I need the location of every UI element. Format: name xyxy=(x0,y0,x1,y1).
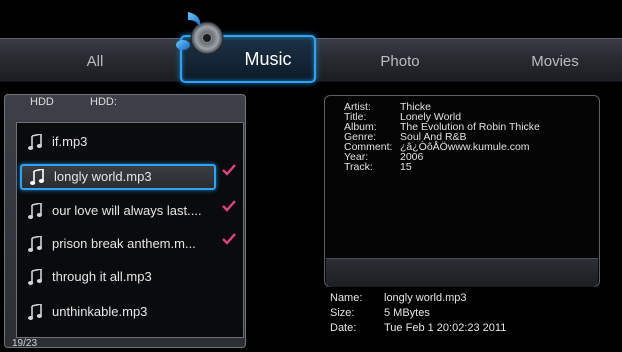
list-item[interactable]: unthinkable.mp3 xyxy=(18,300,214,324)
music-note-icon xyxy=(30,169,44,185)
music-note-icon xyxy=(28,236,42,252)
list-item[interactable]: through it all.mp3 xyxy=(18,265,214,289)
file-name: through it all.mp3 xyxy=(52,269,152,284)
music-note-icon xyxy=(28,203,42,219)
name-value: longly world.mp3 xyxy=(384,292,467,304)
music-note-icon xyxy=(28,134,42,150)
name-label: Name: xyxy=(330,292,363,304)
info-panel-footer xyxy=(326,258,598,287)
music-note-disc-icon xyxy=(176,12,224,55)
music-note-icon xyxy=(28,304,42,320)
file-name: our love will always last.... xyxy=(52,203,202,218)
category-tab-bar: All Music Photo Movies xyxy=(0,35,622,83)
file-name: prison break anthem.m... xyxy=(52,236,196,251)
storage-path: HDD HDD: xyxy=(4,96,246,110)
item-counter: 19/23 xyxy=(12,338,38,349)
list-item-selected[interactable]: longly world.mp3 xyxy=(20,164,216,190)
list-item[interactable]: prison break anthem.m... xyxy=(18,232,214,256)
date-value: Tue Feb 1 20:02:23 2011 xyxy=(384,322,507,334)
file-name: if.mp3 xyxy=(52,134,88,149)
checkmark-icon xyxy=(222,164,236,176)
storage-path-label: HDD: xyxy=(90,96,117,108)
media-player-screen: All Music Photo Movies HDD HDD: if.mp3 l… xyxy=(0,0,622,352)
tab-all[interactable]: All xyxy=(60,39,130,83)
file-name: longly world.mp3 xyxy=(54,169,152,184)
tab-movies[interactable]: Movies xyxy=(510,39,600,83)
checkmark-icon xyxy=(222,233,236,245)
list-item[interactable]: our love will always last.... xyxy=(18,199,214,223)
list-item[interactable]: if.mp3 xyxy=(18,130,214,154)
file-name: unthinkable.mp3 xyxy=(52,304,148,319)
size-label: Size: xyxy=(330,307,355,319)
track-value: 15 xyxy=(400,161,412,173)
tab-photo[interactable]: Photo xyxy=(360,39,440,83)
date-label: Date: xyxy=(330,322,357,334)
checkmark-icon xyxy=(222,200,236,212)
storage-device-label: HDD xyxy=(30,96,54,108)
track-label: Track: xyxy=(344,161,373,173)
size-value: 5 MBytes xyxy=(384,307,430,319)
music-note-icon xyxy=(28,269,42,285)
